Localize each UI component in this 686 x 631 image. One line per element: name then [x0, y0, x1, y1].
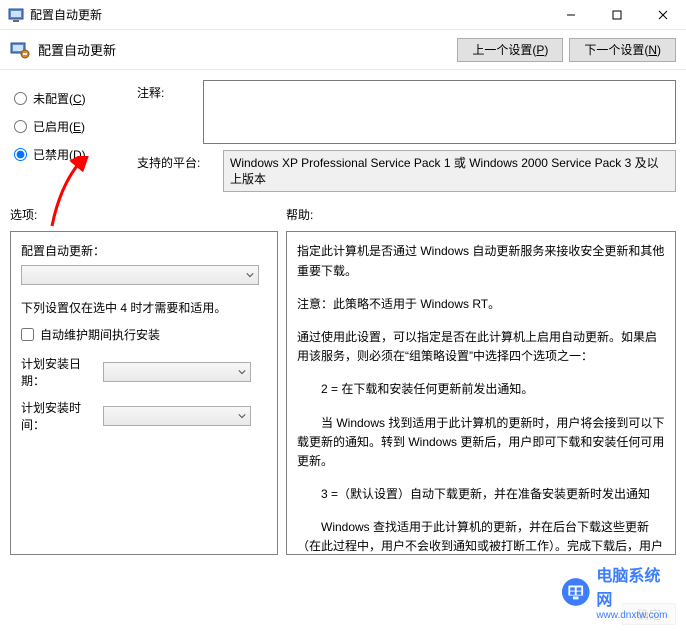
- options-heading: 配置自动更新：: [21, 242, 267, 259]
- state-radio-group: 未配置(C) 已启用(E) 已禁用(D): [10, 80, 125, 192]
- install-time-combo[interactable]: [103, 406, 251, 426]
- chevron-down-icon: [246, 271, 254, 279]
- watermark-logo-icon: [561, 576, 590, 608]
- previous-setting-button[interactable]: 上一个设置(P): [457, 38, 563, 62]
- supported-on-label: 支持的平台:: [137, 150, 213, 171]
- options-section-label: 选项:: [10, 206, 286, 223]
- minimize-button[interactable]: [548, 0, 594, 30]
- help-panel[interactable]: 指定此计算机是否通过 Windows 自动更新服务来接收安全更新和其他重要下载。…: [286, 231, 676, 555]
- radio-not-configured[interactable]: 未配置(C): [10, 86, 125, 110]
- help-paragraph: 2 = 在下载和安装任何更新前发出通知。: [297, 380, 665, 399]
- radio-enabled-label: 已启用(E): [33, 118, 85, 135]
- next-setting-button[interactable]: 下一个设置(N): [569, 38, 676, 62]
- chevron-down-icon: [238, 412, 246, 420]
- radio-disabled[interactable]: 已禁用(D): [10, 142, 125, 166]
- maintenance-checkbox[interactable]: [21, 328, 34, 341]
- help-paragraph: 指定此计算机是否通过 Windows 自动更新服务来接收安全更新和其他重要下载。: [297, 242, 665, 280]
- comment-textarea[interactable]: [203, 80, 676, 144]
- maximize-button[interactable]: [594, 0, 640, 30]
- comment-label: 注释:: [137, 80, 193, 101]
- help-section-label: 帮助:: [286, 206, 313, 223]
- radio-not-configured-label: 未配置(C): [33, 90, 86, 107]
- watermark-brand: 电脑系统网: [596, 562, 670, 610]
- help-paragraph: Windows 查找适用于此计算机的更新，并在后台下载这些更新（在此过程中，用户…: [297, 518, 665, 555]
- install-day-combo[interactable]: [103, 362, 251, 382]
- maintenance-checkbox-row[interactable]: 自动维护期间执行安装: [21, 326, 267, 343]
- options-note: 下列设置仅在选中 4 时才需要和适用。: [21, 299, 267, 316]
- window-title: 配置自动更新: [30, 6, 548, 23]
- watermark: 电脑系统网 www.dnxtw.com: [555, 558, 676, 625]
- radio-not-configured-input[interactable]: [14, 92, 27, 105]
- page-title: 配置自动更新: [38, 40, 451, 59]
- watermark-url: www.dnxtw.com: [596, 610, 670, 621]
- install-day-label: 计划安装日期：: [21, 355, 95, 389]
- radio-disabled-input[interactable]: [14, 148, 27, 161]
- close-button[interactable]: [640, 0, 686, 30]
- policy-icon: [10, 40, 30, 60]
- install-time-label: 计划安装时间：: [21, 399, 95, 433]
- maintenance-checkbox-label: 自动维护期间执行安装: [40, 326, 160, 343]
- radio-disabled-label: 已禁用(D): [33, 146, 86, 163]
- app-icon: [8, 7, 24, 23]
- chevron-down-icon: [238, 368, 246, 376]
- configure-update-combo[interactable]: [21, 265, 259, 285]
- help-paragraph: 当 Windows 找到适用于此计算机的更新时，用户将会接到可以下载更新的通知。…: [297, 414, 665, 472]
- radio-enabled-input[interactable]: [14, 120, 27, 133]
- radio-enabled[interactable]: 已启用(E): [10, 114, 125, 138]
- help-paragraph: 3 =（默认设置）自动下载更新，并在准备安装更新时发出通知: [297, 485, 665, 504]
- help-paragraph: 通过使用此设置，可以指定是否在此计算机上启用自动更新。如果启用该服务，则必须在“…: [297, 328, 665, 366]
- options-panel: 配置自动更新： 下列设置仅在选中 4 时才需要和适用。 自动维护期间执行安装 计…: [10, 231, 278, 555]
- help-paragraph: 注意：此策略不适用于 Windows RT。: [297, 295, 665, 314]
- supported-on-text: Windows XP Professional Service Pack 1 或…: [223, 150, 676, 192]
